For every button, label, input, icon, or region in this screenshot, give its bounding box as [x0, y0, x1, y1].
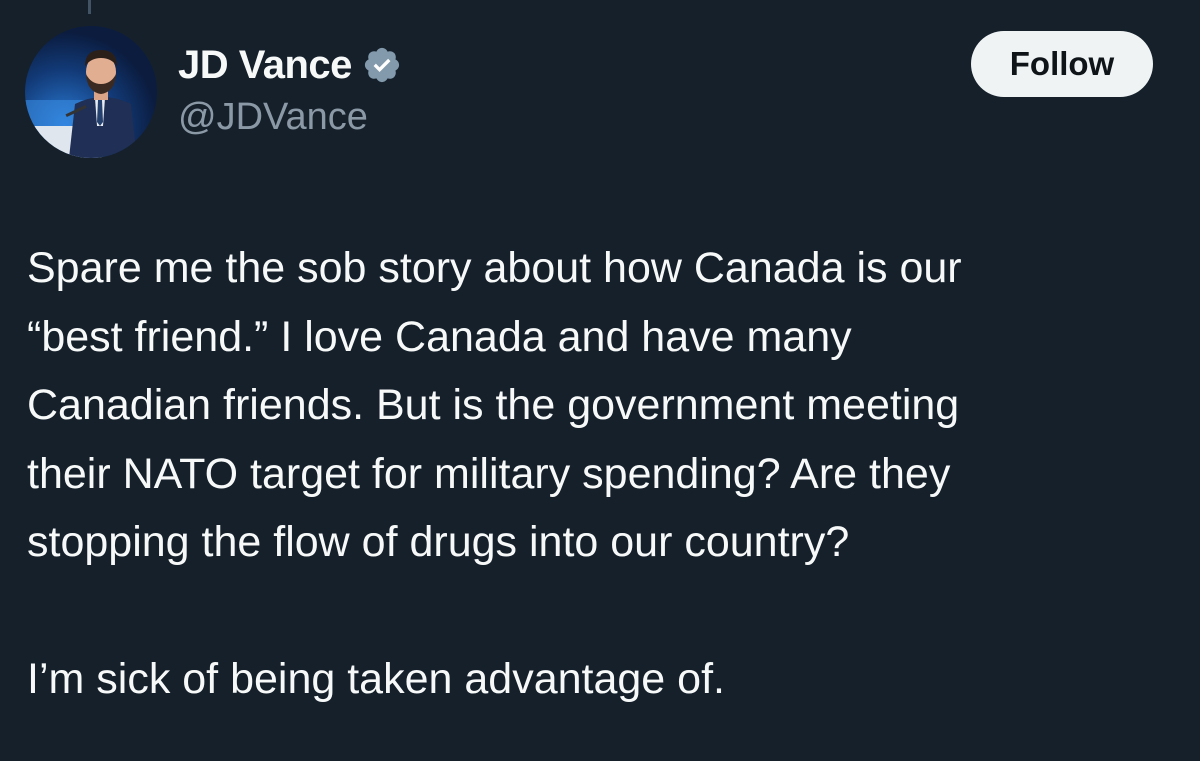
tweet-line: “best friend.” I love Canada and have ma…: [27, 312, 852, 361]
tweet-text: Spare me the sob story about how Canada …: [27, 234, 1187, 714]
author-display-name[interactable]: JD Vance: [178, 43, 352, 88]
author-name-row: JD Vance: [178, 40, 402, 90]
tweet-line: their NATO target for military spending?…: [27, 449, 951, 498]
tweet-line: Spare me the sob story about how Canada …: [27, 244, 962, 292]
tweet-line: Canadian friends. But is the government …: [27, 381, 960, 429]
author-handle[interactable]: @JDVance: [178, 96, 368, 139]
avatar[interactable]: [25, 26, 157, 158]
tweet-line: I’m sick of being taken advantage of.: [27, 655, 725, 703]
follow-button[interactable]: Follow: [971, 31, 1153, 97]
tweet-paragraph: Spare me the sob story about how Canada …: [27, 234, 1187, 577]
tweet-paragraph: I’m sick of being taken advantage of.: [27, 645, 1187, 714]
verified-badge-icon[interactable]: [362, 45, 402, 85]
thread-connector-line: [88, 0, 91, 14]
tweet-line: stopping the flow of drugs into our coun…: [27, 518, 850, 566]
avatar-photo: [25, 26, 157, 158]
